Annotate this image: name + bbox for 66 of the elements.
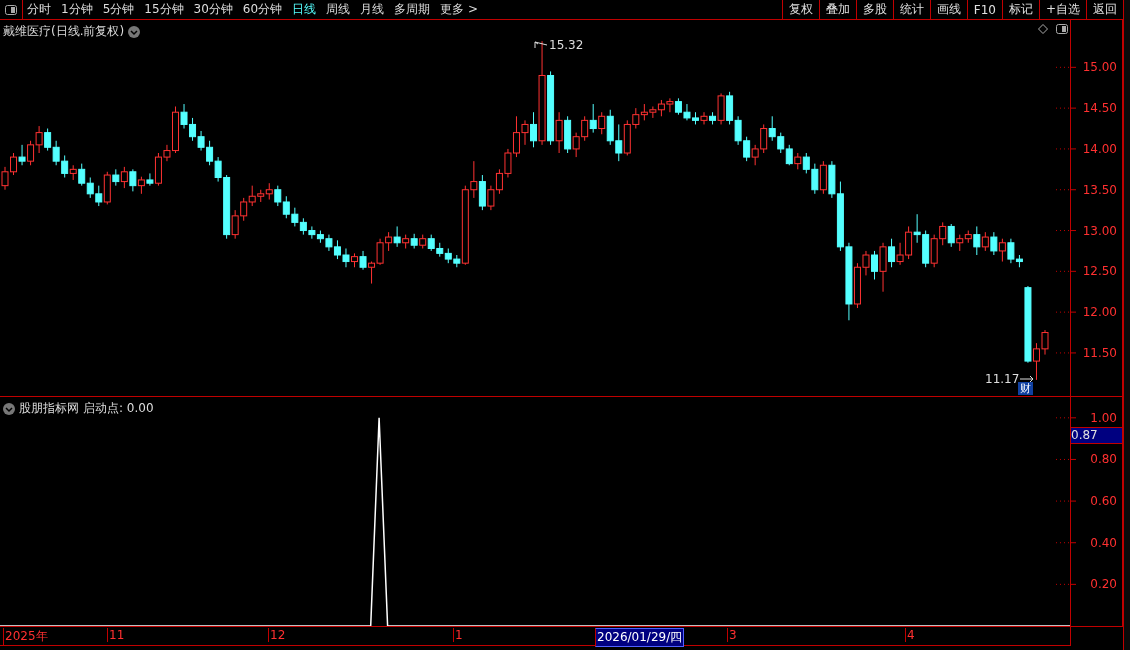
- candlestick: [393, 225, 401, 248]
- panel-icon[interactable]: [1056, 24, 1068, 34]
- period-tab[interactable]: 分时: [23, 0, 57, 19]
- price-axis-label: 14.00: [1082, 141, 1117, 156]
- value-axis-label: 0.80: [1090, 452, 1117, 467]
- period-tab[interactable]: 30分钟: [189, 0, 239, 19]
- value-axis-label: 0.60: [1090, 494, 1117, 509]
- candlestick: [530, 111, 538, 148]
- price-axis-label: 13.00: [1082, 223, 1117, 238]
- date-label: 11: [107, 628, 126, 642]
- value-axis-label: 0.40: [1090, 535, 1117, 550]
- period-tab[interactable]: 5分钟: [98, 0, 141, 19]
- indicator-reading: 启动点: 0.00: [83, 400, 154, 417]
- value-axis-label: 0.20: [1090, 577, 1117, 592]
- price-axis-label: 13.50: [1082, 182, 1117, 197]
- period-tab[interactable]: 15分钟: [140, 0, 190, 19]
- price-axis-label: 14.50: [1082, 101, 1117, 116]
- candlestick: [598, 111, 606, 135]
- pointer-arrow-icon: [1020, 375, 1035, 383]
- date-label: 1: [453, 628, 464, 642]
- period-tab[interactable]: 多周期: [390, 0, 437, 19]
- dropdown-icon[interactable]: [3, 402, 15, 415]
- price-axis-label: 12.50: [1082, 264, 1117, 279]
- dropdown-icon[interactable]: [128, 25, 141, 38]
- period-tab[interactable]: 1分钟: [57, 0, 99, 19]
- candlestick: [990, 231, 998, 256]
- period-tab[interactable]: 更多 >: [436, 0, 484, 19]
- candlestick: [998, 238, 1006, 263]
- date-label: 2025年: [3, 628, 49, 645]
- candlestick: [18, 144, 26, 166]
- period-tab[interactable]: 月线: [356, 0, 391, 19]
- period-tab[interactable]: 日线: [288, 0, 323, 19]
- candlestick: [274, 185, 282, 207]
- candlestick: [947, 223, 955, 248]
- date-label: 3: [727, 628, 738, 642]
- candlestick: [146, 172, 154, 187]
- candlestick: [785, 144, 793, 166]
- panel-icon: [5, 4, 17, 15]
- candlestick: [589, 103, 597, 134]
- diamond-icon[interactable]: [1038, 24, 1048, 34]
- high-price-label: 15.32: [549, 38, 584, 52]
- candlestick: [973, 225, 981, 256]
- chart-title: 戴维医疗(日线.前复权): [3, 23, 125, 40]
- indicator-title: 股朋指标网: [19, 400, 79, 417]
- candlestick: [888, 238, 896, 268]
- period-tab[interactable]: 60分钟: [238, 0, 289, 19]
- candlestick: [871, 250, 879, 280]
- low-price-label: 11.17: [985, 372, 1020, 386]
- price-axis-label: 15.00: [1082, 60, 1117, 75]
- value-axis-label: 1.00: [1090, 410, 1117, 425]
- candlestick: [129, 168, 137, 192]
- candlestick: [78, 163, 86, 187]
- candlestick: [359, 250, 367, 271]
- date-label: 12: [268, 628, 287, 642]
- candlestick: [555, 111, 563, 154]
- date-label: 4: [905, 628, 916, 642]
- candlestick: [981, 231, 989, 252]
- pointer-arrow-icon: [534, 41, 548, 49]
- event-badge[interactable]: 财: [1018, 382, 1033, 395]
- date-label: 2026/01/29/四: [595, 628, 685, 647]
- price-axis-label: 11.50: [1082, 345, 1117, 360]
- cursor-value-label: 0.87: [1071, 427, 1122, 444]
- candlestick: [700, 111, 708, 125]
- price-axis-label: 12.00: [1082, 305, 1117, 320]
- period-tab[interactable]: 周线: [322, 0, 357, 19]
- candlestick: [120, 166, 128, 189]
